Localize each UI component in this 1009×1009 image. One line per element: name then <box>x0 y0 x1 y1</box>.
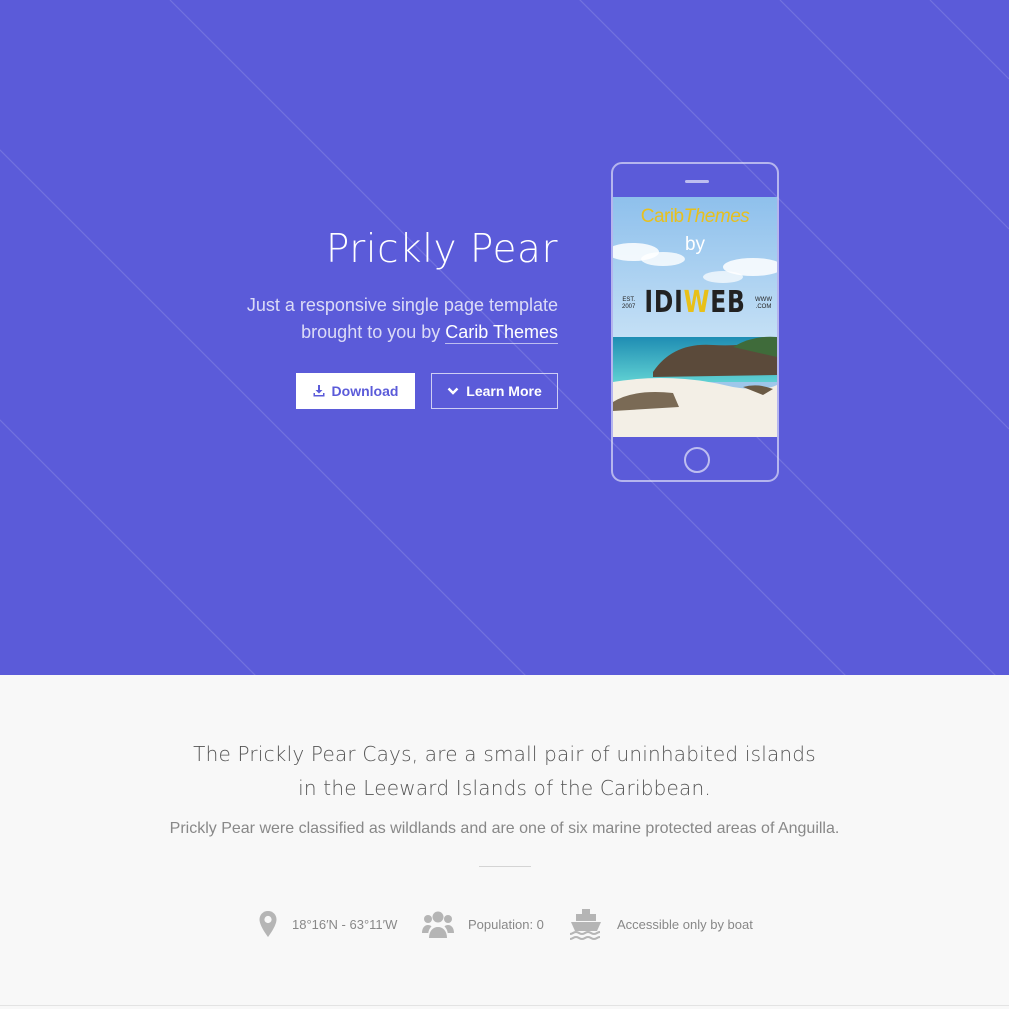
screen-www-line1: WWW <box>755 297 772 303</box>
logo-left: IDI <box>644 285 684 320</box>
screen-by: by <box>684 234 706 255</box>
fact-location-label: 18°16′N - 63°11′W <box>292 916 398 932</box>
info-headline-line1: The Prickly Pear Cays, are a small pair … <box>193 742 816 766</box>
users-icon <box>422 911 454 938</box>
hero-section: Prickly Pear Just a responsive single pa… <box>0 0 1009 675</box>
fact-access: Accessible only by boat <box>569 907 753 941</box>
logo-w: W <box>683 285 711 320</box>
phone-home-button <box>684 447 710 473</box>
download-button[interactable]: Download <box>296 373 415 409</box>
chevron-down-icon <box>447 387 459 395</box>
fact-population-label: Population: 0 <box>468 916 544 932</box>
map-marker-icon <box>259 911 277 937</box>
idiweb-logo: IDIWEB <box>631 285 759 320</box>
screen-www-line2: .COM <box>755 304 772 310</box>
download-icon <box>313 385 325 397</box>
screen-brand-carib: Carib <box>640 206 684 227</box>
phone-speaker <box>685 180 709 183</box>
screen-brand-themes: Themes <box>683 206 750 227</box>
info-headline-line2: in the Leeward Islands of the Caribbean. <box>298 776 711 800</box>
download-label: Download <box>331 383 399 399</box>
phone-screen: CaribThemes by EST. 2007 IDIWEB WWW .COM <box>613 197 777 437</box>
screen-brand: CaribThemes <box>613 206 777 228</box>
ship-icon <box>569 909 601 940</box>
fact-population: Population: 0 <box>422 907 544 941</box>
info-headline: The Prickly Pear Cays, are a small pair … <box>0 737 1009 805</box>
learn-more-button[interactable]: Learn More <box>431 373 558 409</box>
info-section: The Prickly Pear Cays, are a small pair … <box>0 675 1009 1009</box>
screen-www-badge: WWW .COM <box>755 297 772 311</box>
logo-right: EB <box>710 285 746 320</box>
hero-subtitle: Just a responsive single page template b… <box>138 292 558 346</box>
fact-location: 18°16′N - 63°11′W <box>258 907 397 941</box>
phone-mockup: CaribThemes by EST. 2007 IDIWEB WWW .COM <box>611 162 779 482</box>
hero-subtitle-prefix: brought to you by <box>301 322 441 342</box>
hero-subtitle-line1: Just a responsive single page template <box>246 295 558 315</box>
facts-list: 18°16′N - 63°11′W Population: 0 Accessib… <box>0 907 1009 941</box>
hero-title: Prickly Pear <box>325 227 558 272</box>
divider <box>479 866 531 867</box>
info-description: Prickly Pear were classified as wildland… <box>169 820 840 837</box>
carib-themes-link[interactable]: Carib Themes <box>445 322 558 344</box>
section-bottom-border <box>0 1005 1009 1006</box>
hero-buttons: Download Learn More <box>296 373 558 409</box>
fact-access-label: Accessible only by boat <box>617 916 753 932</box>
learn-more-label: Learn More <box>466 383 542 399</box>
hero-text: Prickly Pear Just a responsive single pa… <box>138 225 558 346</box>
